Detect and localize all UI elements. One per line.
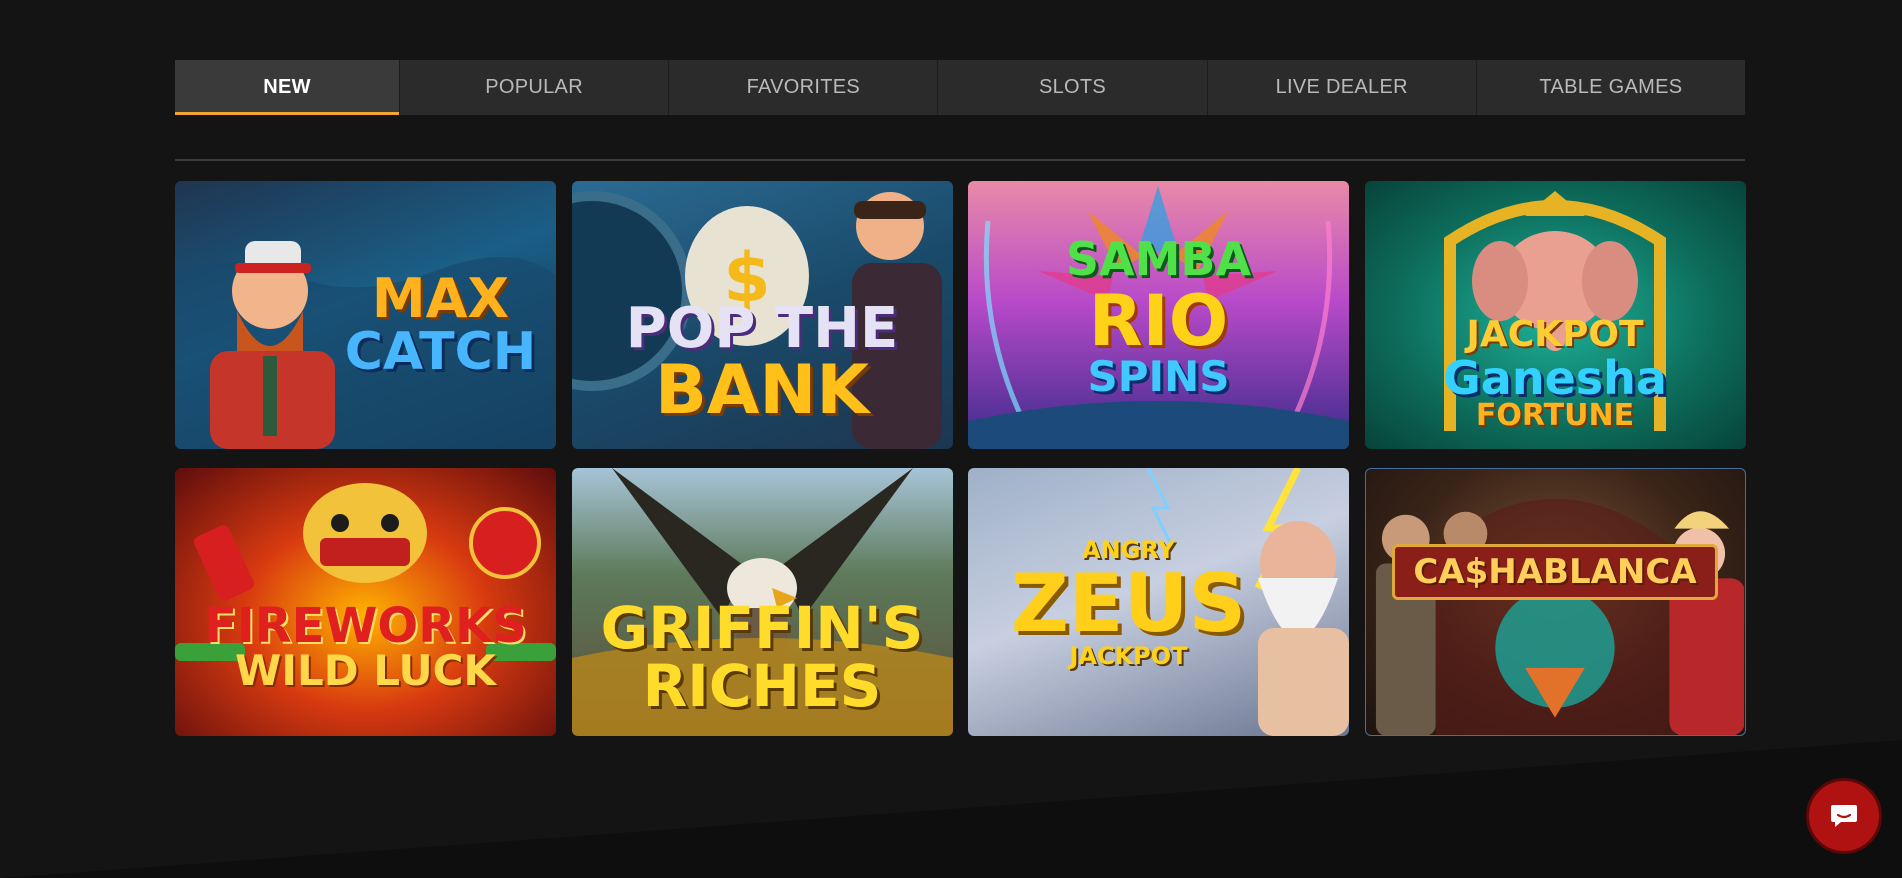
game-title-line-2: JACKPOT [1069,642,1188,670]
tab-live-dealer[interactable]: LIVE DEALER [1208,60,1477,115]
game-card-pop-the-bank[interactable]: $ POP THE BANK [571,181,953,449]
game-title-line-1: FIREWORKS [204,598,527,654]
game-title-line-1: RIO [1088,280,1229,362]
game-title-line-1: POP THE [625,295,899,361]
live-chat-button[interactable] [1806,778,1882,854]
game-title-line-0: SAMBA [1065,232,1252,286]
game-card-cashablanca[interactable]: CA$HABLANCA [1364,468,1746,736]
game-card-griffins-riches[interactable]: GRIFFIN'S RICHES [571,468,953,736]
game-title-line-2: WILD LUCK [235,646,496,695]
game-card-samba-rio-spins[interactable]: SAMBA RIO SPINS [968,181,1349,449]
game-card-angry-zeus-jackpot[interactable]: ANGRY ZEUS JACKPOT [968,468,1349,736]
game-title-line-2: BANK [654,350,870,430]
game-title-line-1: ZEUS [1010,557,1247,650]
game-title-line-1: MAX [371,267,510,330]
game-title-line-1: CA$HABLANCA [1392,544,1718,600]
game-card-jackpot-ganesha-fortune[interactable]: JACKPOT Ganesha FORTUNE [1364,181,1746,449]
game-card-max-catch[interactable]: MAX CATCH [175,181,556,449]
category-tabs: NEW POPULAR FAVORITES SLOTS LIVE DEALER … [175,60,1745,115]
game-title-line-2: SPINS [1087,352,1230,401]
casablanca-artwork [1375,499,1745,735]
game-title-line-1: GRIFFIN'S [600,594,924,662]
game-title-line-2: FORTUNE [1475,398,1635,433]
game-card-fireworks-wild-luck[interactable]: FIREWORKS WILD LUCK [175,468,556,736]
game-title-line-2: CATCH [344,322,537,382]
game-grid: MAX CATCH $ POP THE BANK SAMBA RIO SPINS… [175,181,1746,736]
tab-new[interactable]: NEW [175,60,400,115]
chat-bubble-icon [1831,805,1857,827]
tab-table-games[interactable]: TABLE GAMES [1477,60,1745,115]
game-title-line-2: RICHES [642,652,882,720]
game-title-line-0: JACKPOT [1466,314,1644,355]
game-title-line-1: Ganesha [1443,351,1667,405]
section-divider [175,159,1745,161]
tab-slots[interactable]: SLOTS [938,60,1208,115]
tab-popular[interactable]: POPULAR [400,60,670,115]
tab-favorites[interactable]: FAVORITES [669,60,939,115]
